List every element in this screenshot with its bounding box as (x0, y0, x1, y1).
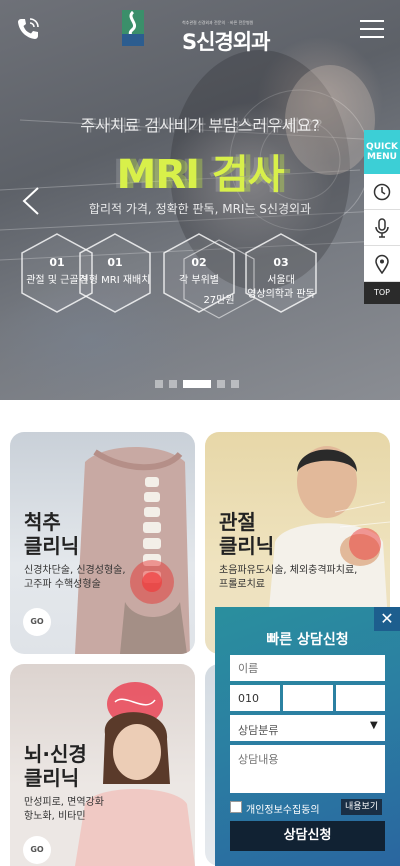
quick-menu: QUICK MENU TOP (364, 130, 400, 304)
phone-last-input[interactable] (336, 685, 385, 711)
privacy-agree-checkbox[interactable] (230, 801, 242, 813)
consult-title: 빠른 상담신청 (266, 632, 349, 648)
quick-menu-location[interactable] (364, 246, 400, 282)
clinic-title-line1: 뇌·신경 (24, 742, 87, 766)
slider-dot[interactable] (169, 380, 177, 388)
hero-title: MRI 검사 (116, 152, 284, 198)
hero-slider: 척추관절 신경외과 전문의 ㆍ바른 전문병원 S신경외과 주사치료 검사비가 부… (0, 0, 400, 400)
privacy-agree-row: 개인정보수집동의 내용보기 (230, 799, 400, 817)
quick-menu-clock[interactable] (364, 174, 400, 210)
slider-dot[interactable] (217, 380, 225, 388)
clinic-description: 만성피로, 면역강화 항노화, 비타민 (24, 796, 104, 824)
slider-dot[interactable] (155, 380, 163, 388)
clinic-description-line1: 만성피로, 면역강화 (24, 797, 104, 808)
clinic-title-line1: 관절 (219, 510, 256, 534)
clinic-title-line2: 클리닉 (219, 534, 275, 558)
feature-label: 서울대 (267, 275, 295, 286)
site-header: 척추관절 신경외과 전문의 ㆍ바른 전문병원 S신경외과 (0, 0, 400, 60)
phone-middle-input[interactable] (283, 685, 333, 711)
clinic-description: 초음파유도시술, 체외충격파치료, 프롤로치료 (219, 564, 357, 592)
feature-hexagon: 01 신형 MRI 재배치 (78, 232, 152, 314)
hero-description: 합리적 가격, 정확한 판독, MRI는 S신경외과 (88, 202, 312, 216)
quick-consult-panel: ✕ 빠른 상담신청 상담분류 ▼ 개인정보수집동의 내용보기 상담신청 (215, 607, 400, 866)
clinic-title: 뇌·신경 클리닉 (24, 742, 87, 790)
privacy-agree-label: 개인정보수집동의 (246, 805, 320, 816)
slider-dot[interactable] (231, 380, 239, 388)
go-button[interactable]: GO (23, 608, 51, 636)
slider-prev-arrow-icon[interactable] (20, 186, 42, 216)
clinic-title-line1: 척추 (24, 510, 61, 534)
clinic-description-line1: 초음파유도시술, 체외충격파치료, (219, 565, 358, 576)
clinic-description-line2: 고주파 수핵성형술 (24, 579, 101, 590)
brain-illustration (75, 682, 195, 866)
hero-subtitle: 주사치료 검사비가 부담스러우세요? (80, 116, 320, 135)
feature-hexagon: 03 서울대 영상의학과 판독 (244, 232, 318, 314)
quick-menu-title[interactable]: QUICK MENU (364, 130, 400, 174)
name-input[interactable] (230, 655, 385, 681)
clinic-description-line2: 항노화, 비타민 (24, 811, 86, 822)
clinic-card-spine[interactable]: 척추 클리닉 신경차단술, 신경성형술, 고주파 수핵성형술 GO (10, 432, 195, 654)
clinic-title: 척추 클리닉 (24, 510, 79, 558)
clinic-title-line2: 클리닉 (24, 534, 80, 558)
quick-menu-top-button[interactable]: TOP (364, 282, 400, 304)
site-logo[interactable]: 척추관절 신경외과 전문의 ㆍ바른 전문병원 S신경외과 (120, 10, 290, 54)
category-select-label: 상담분류 (238, 724, 279, 737)
microphone-icon (375, 217, 389, 238)
quick-menu-title-line2: MENU (367, 152, 397, 162)
clinic-card-brain[interactable]: 뇌·신경 클리닉 만성피로, 면역강화 항노화, 비타민 GO (10, 664, 195, 866)
slider-pagination (155, 380, 255, 388)
clock-icon (373, 183, 391, 200)
location-pin-icon (375, 254, 389, 274)
logo-text: S신경외과 (182, 30, 270, 54)
hero-feature-list: 01 관절 및 근골격 01 신형 MRI 재배치 02 각 부위별 27만원 … (20, 232, 360, 322)
feature-label: 신형 MRI 재배치 (79, 275, 151, 286)
view-privacy-button[interactable]: 내용보기 (341, 799, 383, 815)
dropdown-arrow-icon: ▼ (370, 720, 378, 731)
logo-mark-icon (122, 10, 144, 46)
feature-number: 01 (107, 256, 123, 269)
phone-prefix-input[interactable] (230, 685, 280, 711)
submit-consult-button[interactable]: 상담신청 (230, 821, 385, 851)
message-textarea[interactable] (230, 745, 385, 793)
feature-label: 영상의학과 판독 (247, 289, 315, 300)
clinic-title-line2: 클리닉 (24, 766, 80, 790)
close-icon[interactable]: ✕ (374, 607, 400, 631)
clinic-title: 관절 클리닉 (219, 510, 274, 558)
clinic-description-line2: 프롤로치료 (219, 579, 265, 590)
go-button[interactable]: GO (23, 836, 51, 864)
feature-number: 03 (273, 256, 289, 269)
phone-icon[interactable] (15, 16, 41, 42)
quick-menu-mic[interactable] (364, 210, 400, 246)
quick-menu-title-line1: QUICK (366, 142, 398, 152)
clinic-description: 신경차단술, 신경성형술, 고주파 수핵성형술 (24, 564, 126, 592)
slider-dot-active[interactable] (183, 380, 211, 388)
hamburger-menu-icon[interactable] (360, 20, 384, 38)
spine-illustration (75, 447, 190, 654)
clinic-description-line1: 신경차단술, 신경성형술, (24, 565, 126, 576)
